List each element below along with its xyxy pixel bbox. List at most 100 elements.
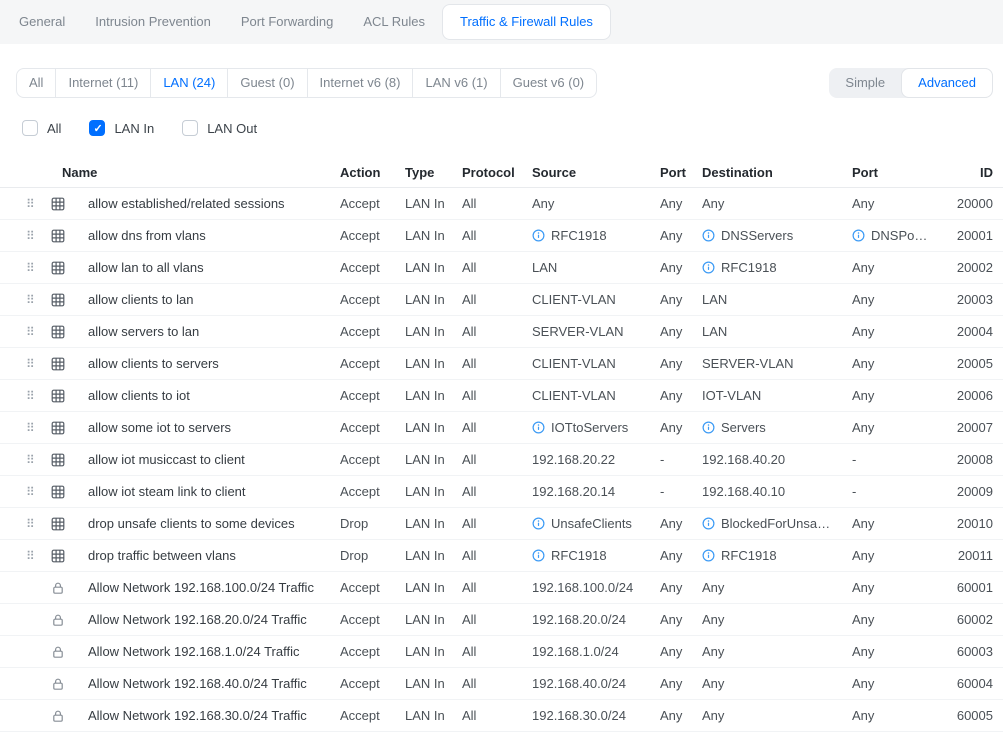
rule-id: 60003 <box>952 644 993 659</box>
rule-destination-value: DNSServers <box>721 228 793 243</box>
drag-handle[interactable]: ⠿ <box>16 230 35 242</box>
rule-type: LAN In <box>405 356 462 371</box>
checkbox-label: LAN Out <box>207 121 257 136</box>
rule-destination-port: - <box>852 452 952 467</box>
rule-action: Accept <box>340 196 405 211</box>
table-row[interactable]: ⠿allow some iot to serversAcceptLAN InAl… <box>0 412 1003 444</box>
table-row[interactable]: ⠿allow lan to all vlansAcceptLAN InAllLA… <box>0 252 1003 284</box>
table-row[interactable]: Allow Network 192.168.20.0/24 TrafficAcc… <box>0 604 1003 636</box>
tab-acl-rules[interactable]: ACL Rules <box>348 0 440 44</box>
table-row[interactable]: ⠿drop traffic between vlansDropLAN InAll… <box>0 540 1003 572</box>
table-row[interactable]: ⠿allow clients to lanAcceptLAN InAllCLIE… <box>0 284 1003 316</box>
view-toggle-simple[interactable]: Simple <box>829 68 901 98</box>
rule-source-value: RFC1918 <box>551 228 607 243</box>
rule-destination-port: Any <box>852 580 952 595</box>
checkbox-box[interactable] <box>22 120 38 136</box>
checkbox-label: All <box>47 121 61 136</box>
rule-name: allow lan to all vlans <box>80 260 340 275</box>
info-icon <box>532 517 545 530</box>
rule-destination-port-value: DNSPo… <box>871 228 927 243</box>
rule-destination-value: 192.168.40.20 <box>702 452 785 467</box>
checkbox-box[interactable] <box>182 120 198 136</box>
tab-intrusion-prevention[interactable]: Intrusion Prevention <box>80 0 226 44</box>
drag-handle[interactable]: ⠿ <box>16 390 35 402</box>
table-row[interactable]: ⠿allow iot steam link to clientAcceptLAN… <box>0 476 1003 508</box>
drag-handle[interactable]: ⠿ <box>16 486 35 498</box>
checkbox-label: LAN In <box>114 121 154 136</box>
rule-type: LAN In <box>405 324 462 339</box>
table-row[interactable]: Allow Network 192.168.40.0/24 TrafficAcc… <box>0 668 1003 700</box>
drag-cell: ⠿ <box>16 452 44 467</box>
rule-source-port-value: Any <box>660 548 682 563</box>
table-row[interactable]: ⠿allow servers to lanAcceptLAN InAllSERV… <box>0 316 1003 348</box>
table-row[interactable]: ⠿ drop unsafe clients to some devicesDrop… <box>0 508 1003 540</box>
drag-handle[interactable]: ⠿ <box>16 294 35 306</box>
rule-destination-port-value: Any <box>852 516 874 531</box>
rule-protocol: All <box>462 452 532 467</box>
tab-port-forwarding[interactable]: Port Forwarding <box>226 0 348 44</box>
rule-source-value: 192.168.20.22 <box>532 452 615 467</box>
tab-traffic-firewall-rules[interactable]: Traffic & Firewall Rules <box>442 4 611 40</box>
table-row[interactable]: ⠿allow iot musiccast to clientAcceptLAN … <box>0 444 1003 476</box>
filter-internet-v6-8[interactable]: Internet v6 (8) <box>307 69 413 97</box>
drag-cell: ⠿ <box>16 548 44 563</box>
rule-source-value: 192.168.20.14 <box>532 484 615 499</box>
info-icon <box>702 549 715 562</box>
rule-source-port-value: - <box>660 452 664 467</box>
rule-source-value: UnsafeClients <box>551 516 632 531</box>
table-row[interactable]: ⠿allow clients to serversAcceptLAN InAll… <box>0 348 1003 380</box>
table-row[interactable]: ⠿allow established/related sessionsAccep… <box>0 188 1003 220</box>
checkbox-lan-in[interactable]: LAN In <box>89 120 154 136</box>
rule-destination: Any <box>702 708 852 723</box>
drag-cell: ⠿ <box>16 324 44 339</box>
rule-source-port-value: Any <box>660 580 682 595</box>
table-row[interactable]: Allow Network 192.168.1.0/24 TrafficAcce… <box>0 636 1003 668</box>
drag-cell: ⠿ <box>16 356 44 371</box>
rule-name: drop unsafe clients to some devices <box>80 516 340 531</box>
rule-destination-port-value: Any <box>852 196 874 211</box>
table-row[interactable]: Allow Network 192.168.30.0/24 TrafficAcc… <box>0 700 1003 732</box>
filter-lan-v6-1[interactable]: LAN v6 (1) <box>412 69 499 97</box>
rule-destination: Any <box>702 644 852 659</box>
rule-id: 20003 <box>952 292 993 307</box>
filter-guest-0[interactable]: Guest (0) <box>227 69 306 97</box>
drag-handle[interactable]: ⠿ <box>16 518 35 530</box>
filter-all[interactable]: All <box>17 69 55 97</box>
category-filter-group: AllInternet (11)LAN (24)Guest (0)Interne… <box>16 68 597 98</box>
rule-name: allow clients to lan <box>80 292 340 307</box>
drag-handle[interactable]: ⠿ <box>16 326 35 338</box>
rule-name: allow iot steam link to client <box>80 484 340 499</box>
direction-filter-row: All LAN In LAN Out <box>22 120 1003 136</box>
rule-action: Accept <box>340 676 405 691</box>
rule-source-port: Any <box>660 292 702 307</box>
rule-action: Drop <box>340 516 405 531</box>
table-row[interactable]: ⠿allow dns from vlansAcceptLAN InAllRFC1… <box>0 220 1003 252</box>
rule-type: LAN In <box>405 228 462 243</box>
rule-protocol: All <box>462 644 532 659</box>
rule-source-port-value: Any <box>660 228 682 243</box>
checkbox-all[interactable]: All <box>22 120 61 136</box>
info-icon <box>852 229 865 242</box>
rule-source-port-value: Any <box>660 516 682 531</box>
rule-destination-port-value: Any <box>852 580 874 595</box>
filter-lan-24[interactable]: LAN (24) <box>150 69 227 97</box>
checkbox-box[interactable] <box>89 120 105 136</box>
filter-internet-11[interactable]: Internet (11) <box>55 69 150 97</box>
checkbox-lan-out[interactable]: LAN Out <box>182 120 257 136</box>
filter-guest-v6-0[interactable]: Guest v6 (0) <box>500 69 597 97</box>
drag-handle[interactable]: ⠿ <box>16 454 35 466</box>
table-row[interactable]: ⠿allow clients to iotAcceptLAN InAllCLIE… <box>0 380 1003 412</box>
rule-protocol: All <box>462 388 532 403</box>
view-toggle-advanced[interactable]: Advanced <box>901 68 993 98</box>
drag-handle[interactable]: ⠿ <box>16 262 35 274</box>
drag-handle[interactable]: ⠿ <box>16 422 35 434</box>
drag-handle[interactable]: ⠿ <box>16 358 35 370</box>
table-row[interactable]: Allow Network 192.168.100.0/24 TrafficAc… <box>0 572 1003 604</box>
tab-general[interactable]: General <box>4 0 80 44</box>
drag-handle[interactable]: ⠿ <box>16 198 35 210</box>
rule-source: 192.168.100.0/24 <box>532 580 660 595</box>
rule-id: 20010 <box>952 516 993 531</box>
rule-type: LAN In <box>405 292 462 307</box>
drag-handle[interactable]: ⠿ <box>16 550 35 562</box>
info-icon <box>532 549 545 562</box>
